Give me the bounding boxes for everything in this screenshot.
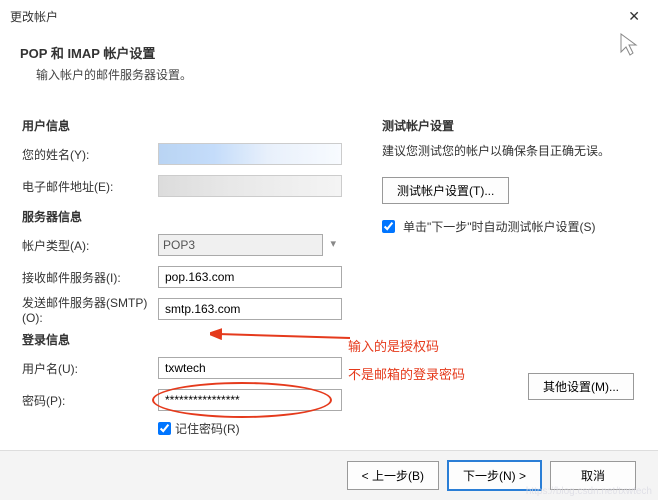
remember-password-checkbox[interactable] xyxy=(158,422,171,435)
name-field[interactable] xyxy=(158,143,342,165)
smtp-server-input[interactable] xyxy=(158,298,342,320)
watermark: https://blog.csdn.net/txwtech xyxy=(526,486,652,497)
label-email: 电子邮件地址(E): xyxy=(22,178,158,195)
label-username: 用户名(U): xyxy=(22,360,158,377)
test-account-button[interactable]: 测试帐户设置(T)... xyxy=(382,177,509,204)
annotation-text-2: 不是邮箱的登录密码 xyxy=(348,364,465,383)
email-field[interactable] xyxy=(158,175,342,197)
test-description: 建议您测试您的帐户以确保条目正确无误。 xyxy=(382,142,636,161)
auto-test-checkbox[interactable] xyxy=(382,220,395,233)
incoming-server-input[interactable] xyxy=(158,266,342,288)
back-button[interactable]: < 上一步(B) xyxy=(347,461,439,490)
close-icon[interactable]: ✕ xyxy=(620,6,648,27)
label-incoming-server: 接收邮件服务器(I): xyxy=(22,269,158,286)
other-settings-button[interactable]: 其他设置(M)... xyxy=(528,373,634,400)
section-server-info: 服务器信息 xyxy=(22,208,342,225)
account-type-select xyxy=(158,234,323,256)
section-test-account: 测试帐户设置 xyxy=(382,117,636,134)
section-user-info: 用户信息 xyxy=(22,117,342,134)
annotation-text-1: 输入的是授权码 xyxy=(348,336,439,355)
password-input[interactable] xyxy=(158,389,342,411)
label-remember-password: 记住密码(R) xyxy=(175,420,240,437)
username-input[interactable] xyxy=(158,357,342,379)
cursor-icon xyxy=(618,32,640,64)
section-login-info: 登录信息 xyxy=(22,331,342,348)
header-title: POP 和 IMAP 帐户设置 xyxy=(20,43,638,62)
label-name: 您的姓名(Y): xyxy=(22,146,158,163)
label-password: 密码(P): xyxy=(22,392,158,409)
label-auto-test: 单击"下一步"时自动测试帐户设置(S) xyxy=(403,218,596,235)
label-account-type: 帐户类型(A): xyxy=(22,237,158,254)
header-subtitle: 输入帐户的邮件服务器设置。 xyxy=(36,66,638,83)
label-smtp-server: 发送邮件服务器(SMTP)(O): xyxy=(22,294,158,325)
dialog-title: 更改帐户 xyxy=(10,8,58,25)
